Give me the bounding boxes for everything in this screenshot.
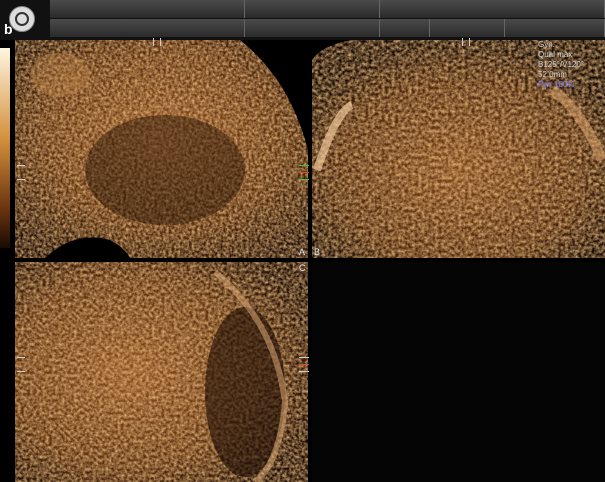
- marker-side-c: [299, 357, 309, 358]
- gray-scale-bar: [0, 48, 10, 248]
- marker-top-b: [469, 38, 470, 46]
- info-preset: Gyn.: [538, 40, 555, 49]
- scan-info-readout: Gyn. Qual max B125°/V120° 52.0mm Pwr 100…: [538, 40, 584, 90]
- marker-left-a: [17, 165, 25, 166]
- info-depth: 52.0mm: [538, 70, 567, 79]
- marker-left-a: [17, 179, 25, 180]
- marker-side-a-green: [299, 179, 309, 180]
- header-cell-2[interactable]: [245, 0, 380, 18]
- marker-side-c-red: [299, 364, 309, 365]
- header-cell-1[interactable]: [50, 0, 245, 18]
- marker-top-a: [160, 38, 161, 46]
- header-cell-8[interactable]: [505, 19, 605, 37]
- ultrasound-panel-d-empty: [312, 262, 605, 482]
- header-cell-4[interactable]: [50, 19, 245, 37]
- header-cell-5[interactable]: [245, 19, 380, 37]
- panel-c-image: [15, 262, 308, 482]
- info-quality: Qual max: [538, 50, 573, 59]
- panel-a-image: [15, 40, 308, 258]
- marker-side-a-green: [299, 165, 309, 166]
- header-cell-7[interactable]: [430, 19, 505, 37]
- marker-left-c: [17, 357, 25, 358]
- ge-logo-icon: [9, 6, 35, 32]
- panel-c-label: C: [299, 263, 306, 273]
- marker-side-a-red: [299, 172, 309, 173]
- info-angles: B125°/V120°: [538, 60, 584, 69]
- top-header-bar: b: [0, 0, 605, 40]
- marker-top-a: [153, 38, 154, 46]
- panel-b-label: B: [314, 247, 321, 257]
- marker-side-c: [299, 371, 309, 372]
- ultrasound-panel-c[interactable]: C: [15, 262, 308, 482]
- header-cell-6[interactable]: [380, 19, 430, 37]
- figure-label: b: [4, 21, 13, 37]
- marker-top-b: [462, 38, 463, 46]
- marker-left-c: [17, 371, 25, 372]
- panel-a-label: A: [299, 247, 306, 257]
- header-cell-3[interactable]: [380, 0, 605, 18]
- ultrasound-panel-a[interactable]: A: [15, 40, 308, 258]
- info-power: Pwr 100%: [538, 80, 575, 89]
